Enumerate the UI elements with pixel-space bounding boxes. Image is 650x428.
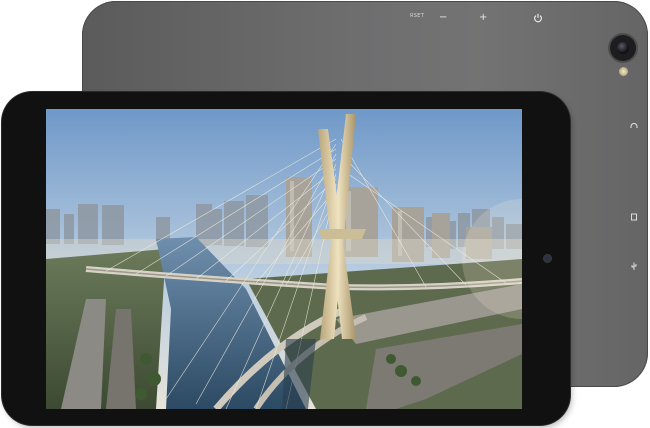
headphone-jack-icon bbox=[630, 123, 638, 133]
front-camera-icon bbox=[544, 255, 551, 262]
flash-led-icon bbox=[619, 67, 628, 76]
volume-up-button[interactable]: + bbox=[479, 13, 487, 23]
volume-down-button[interactable]: − bbox=[439, 13, 447, 23]
usb-port-icon bbox=[630, 262, 638, 273]
power-icon[interactable] bbox=[533, 13, 543, 26]
city-bridge-photo bbox=[46, 109, 522, 409]
tablet-screen-wallpaper bbox=[46, 109, 522, 409]
rear-camera-icon bbox=[610, 35, 636, 61]
reset-label: RSET bbox=[410, 13, 425, 19]
sd-card-icon bbox=[630, 213, 638, 223]
